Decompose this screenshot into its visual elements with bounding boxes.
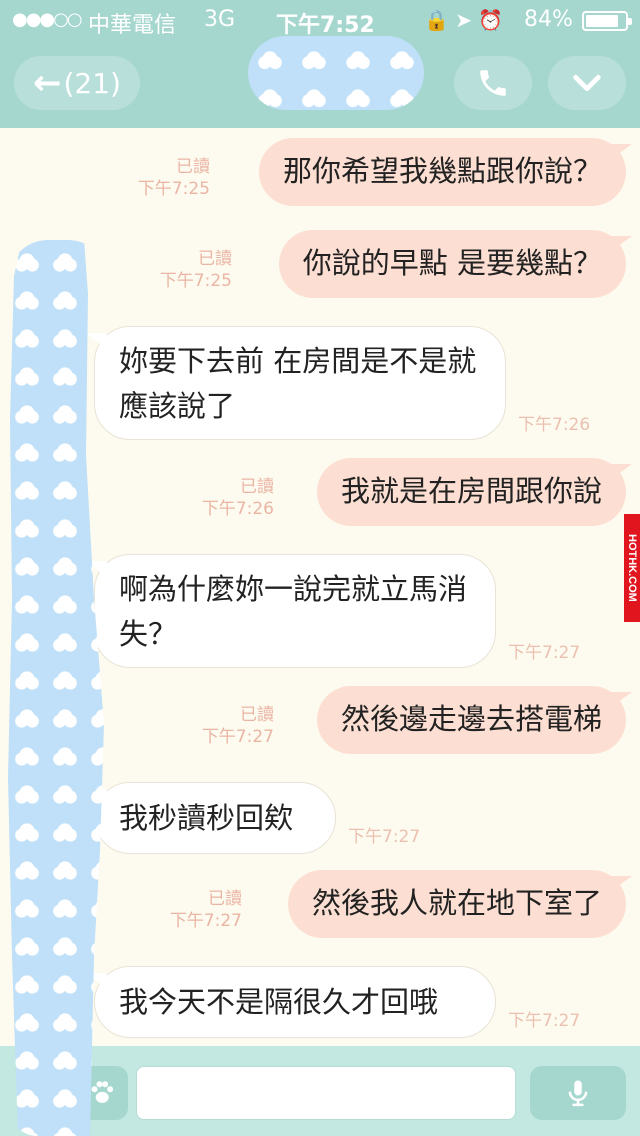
read-receipt: 已讀 [240, 705, 274, 725]
message-text: 那你希望我幾點跟你說？ [282, 154, 602, 188]
incoming-message[interactable]: 啊為什麼妳一說完就立馬消失？ [85, 554, 496, 668]
read-receipt: 已讀 [198, 249, 232, 269]
message-meta: 已讀 下午7:25 [160, 248, 232, 292]
message-text: 然後邊走邊去搭電梯 [340, 702, 602, 736]
watermark: HOTHK.COM [624, 514, 640, 622]
battery-percent: 84% [524, 7, 573, 32]
message-time: 下午7:27 [508, 643, 581, 663]
status-time: 下午7:52 [276, 13, 375, 38]
message-time: 下午7:27 [201, 727, 274, 747]
status-bar: ●●●○○ 中華電信 3G 下午7:52 🔒 ➤ ⏰ 84% [0, 0, 640, 40]
battery-icon [582, 11, 632, 31]
message-text: 我今天不是隔很久才回哦 [119, 985, 439, 1019]
message-input[interactable] [136, 1066, 516, 1120]
message-text: 我就是在房間跟你說 [340, 474, 602, 508]
back-button[interactable]: ← (21) [14, 56, 140, 110]
message-time: 下午7:27 [169, 911, 242, 931]
microphone-icon [568, 1080, 588, 1107]
message-meta: 已讀 下午7:27 [202, 704, 274, 748]
incoming-message[interactable]: 我今天不是隔很久才回哦 [85, 966, 496, 1038]
paw-icon [91, 1081, 114, 1103]
read-receipt: 已讀 [240, 477, 274, 497]
signal-strength-icon: ●●●○○ [12, 9, 83, 30]
message-time: 下午7:27 [348, 827, 421, 847]
chevron-down-icon [573, 74, 601, 92]
incoming-message[interactable]: 我秒讀秒回欸 [85, 782, 336, 854]
read-receipt: 已讀 [176, 157, 210, 177]
carrier-name: 中華電信 [88, 13, 177, 38]
incoming-message[interactable]: 妳要下去前 在房間是不是就應該說了 [85, 326, 506, 440]
menu-button[interactable] [548, 56, 626, 110]
message-meta: 已讀 下午7:26 [202, 476, 274, 520]
contact-name-redacted [248, 36, 424, 110]
status-icons: 🔒 ➤ ⏰ [424, 8, 504, 32]
message-text: 妳要下去前 在房間是不是就應該說了 [119, 344, 477, 423]
unread-count: (21) [63, 66, 121, 100]
back-arrow-icon: ← [33, 63, 62, 103]
message-text: 然後我人就在地下室了 [311, 886, 602, 920]
message-time: 下午7:25 [137, 179, 210, 199]
input-bar [0, 1046, 640, 1136]
message-time: 下午7:25 [159, 271, 232, 291]
header-bar: ●●●○○ 中華電信 3G 下午7:52 🔒 ➤ ⏰ 84% ← (21) [0, 0, 640, 128]
message-meta: 已讀 下午7:25 [138, 156, 210, 200]
message-text: 啊為什麼妳一說完就立馬消失？ [119, 572, 468, 651]
message-time: 下午7:26 [201, 499, 274, 519]
phone-icon [480, 70, 506, 96]
outgoing-message[interactable]: 你說的早點 是要幾點？ [278, 230, 633, 298]
network-type: 3G [204, 7, 236, 32]
message-time: 下午7:27 [508, 1011, 581, 1031]
message-meta: 已讀 下午7:27 [170, 888, 242, 932]
message-text: 我秒讀秒回欸 [119, 801, 294, 835]
message-time: 下午7:26 [518, 415, 591, 435]
outgoing-message[interactable]: 然後邊走邊去搭電梯 [316, 686, 633, 754]
call-button[interactable] [454, 56, 532, 110]
battery-fill [586, 15, 618, 27]
outgoing-message[interactable]: 我就是在房間跟你說 [316, 458, 633, 526]
voice-button[interactable] [530, 1066, 626, 1120]
outgoing-message[interactable]: 然後我人就在地下室了 [287, 870, 633, 938]
read-receipt: 已讀 [208, 889, 242, 909]
outgoing-message[interactable]: 那你希望我幾點跟你說？ [258, 138, 633, 206]
message-text: 你說的早點 是要幾點？ [302, 246, 602, 280]
